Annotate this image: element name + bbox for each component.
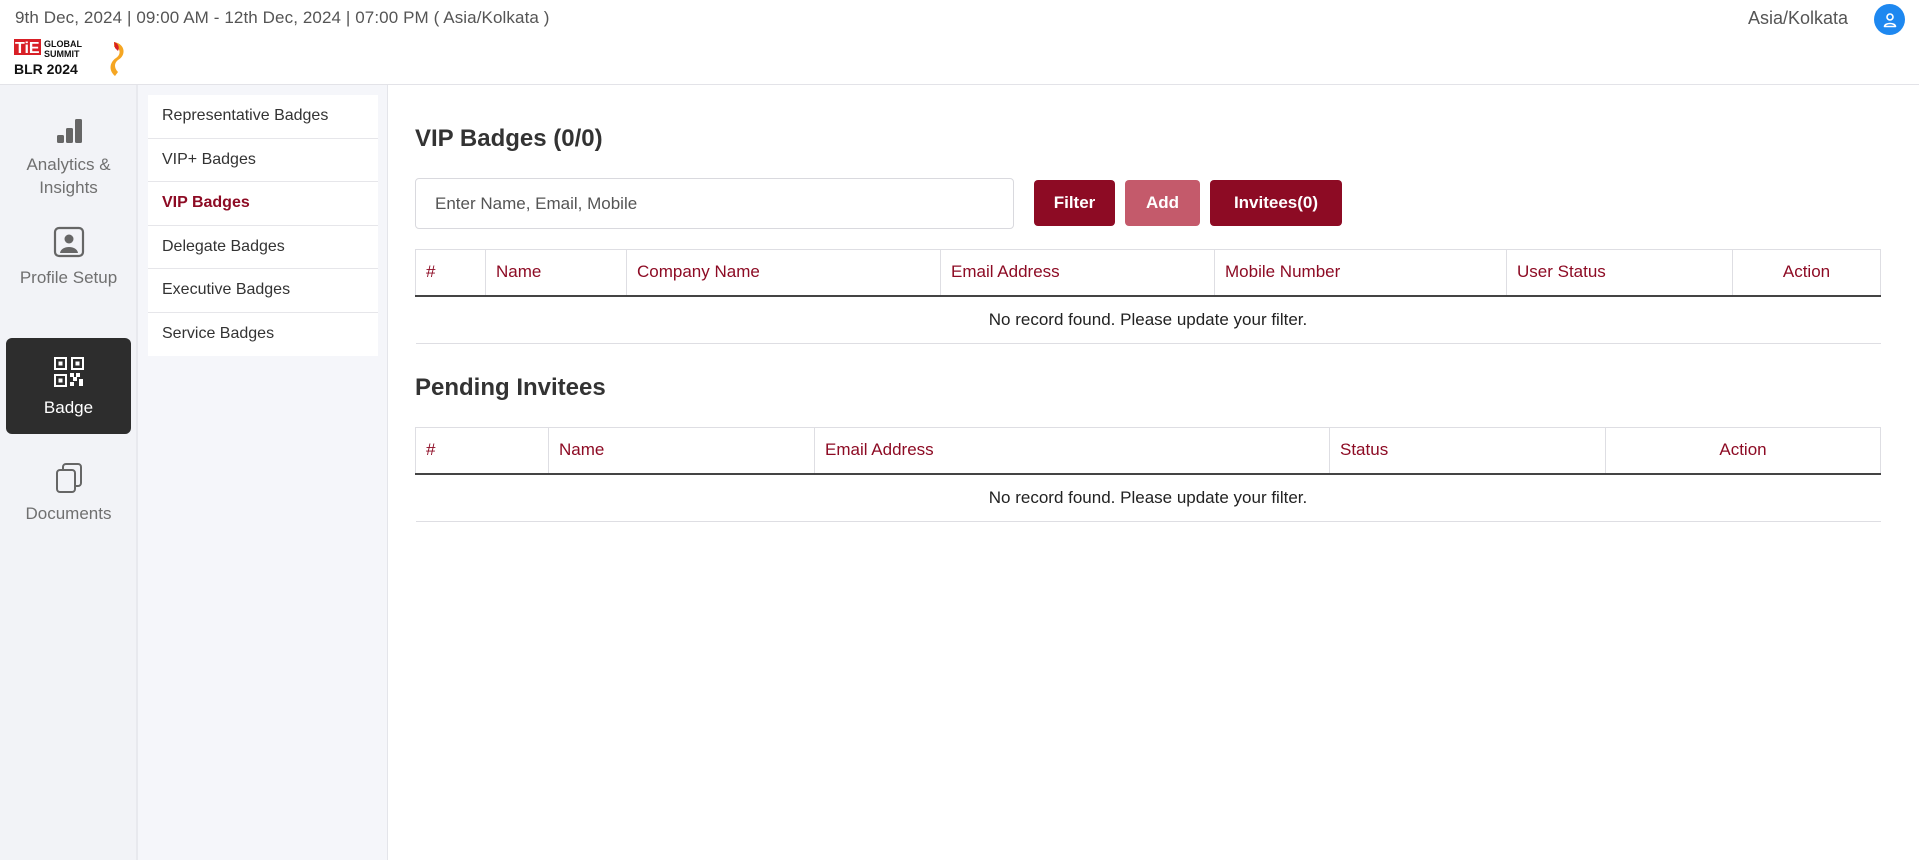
table-header-row: # Name Company Name Email Address Mobile… — [415, 249, 1881, 297]
rail-item-label: Profile Setup — [19, 268, 118, 287]
svg-text:TiE: TiE — [15, 40, 40, 57]
column-header-name[interactable]: Name — [485, 249, 627, 297]
main-content: VIP Badges (0/0) Filter Add Invitees(0) … — [389, 85, 1919, 860]
empty-state-message: No record found. Please update your filt… — [415, 295, 1881, 344]
submenu-item-delegate-badges[interactable]: Delegate Badges — [148, 226, 378, 269]
column-header-index[interactable]: # — [415, 249, 486, 297]
pending-invitees-table: # Name Email Address Status Action No re… — [415, 427, 1881, 522]
submenu-item-service-badges[interactable]: Service Badges — [148, 313, 378, 357]
rail-item-badge[interactable]: Badge — [6, 338, 131, 434]
top-bar: 9th Dec, 2024 | 09:00 AM - 12th Dec, 202… — [0, 0, 1919, 85]
event-dates: 9th Dec, 2024 | 09:00 AM - 12th Dec, 202… — [15, 8, 550, 27]
rail-item-profile-setup[interactable]: Profile Setup — [6, 208, 131, 304]
vip-badges-table: # Name Company Name Email Address Mobile… — [415, 249, 1881, 344]
filter-button[interactable]: Filter — [1034, 180, 1115, 226]
search-input[interactable] — [415, 178, 1014, 229]
rail-item-label: Analytics & Insights — [26, 155, 111, 197]
pending-invitees-title: Pending Invitees — [415, 374, 606, 401]
column-header-index[interactable]: # — [415, 427, 549, 475]
svg-text:GLOBAL: GLOBAL — [44, 39, 82, 49]
column-header-email-address[interactable]: Email Address — [814, 427, 1330, 475]
column-header-action: Action — [1605, 427, 1881, 475]
rail-item-documents[interactable]: Documents — [6, 444, 131, 540]
submenu-item-executive-badges[interactable]: Executive Badges — [148, 269, 378, 313]
empty-row: No record found. Please update your filt… — [415, 473, 1881, 522]
column-header-company-name[interactable]: Company Name — [626, 249, 941, 297]
column-header-status[interactable]: Status — [1329, 427, 1606, 475]
column-header-name[interactable]: Name — [548, 427, 815, 475]
invitees-button[interactable]: Invitees(0) — [1210, 180, 1342, 226]
column-header-email-address[interactable]: Email Address — [940, 249, 1215, 297]
svg-text:SUMMIT: SUMMIT — [44, 49, 80, 59]
profile-card-icon — [53, 226, 84, 258]
page-title: VIP Badges (0/0) — [415, 125, 603, 152]
submenu-item-representative-badges[interactable]: Representative Badges — [148, 95, 378, 139]
rail-item-label: Badge — [43, 398, 94, 417]
column-header-mobile-number[interactable]: Mobile Number — [1214, 249, 1507, 297]
badge-submenu-panel: Representative Badges VIP+ Badges VIP Ba… — [138, 85, 388, 860]
rail-item-label: Documents — [25, 504, 112, 523]
user-avatar-button[interactable] — [1874, 4, 1905, 35]
left-nav-rail: Analytics & Insights Profile Setup Badge… — [0, 85, 138, 860]
submenu-item-vip-badges[interactable]: VIP Badges — [148, 182, 378, 226]
add-button[interactable]: Add — [1125, 180, 1200, 226]
table-header-row: # Name Email Address Status Action — [415, 427, 1881, 475]
user-icon — [1883, 12, 1896, 27]
qr-code-icon — [53, 357, 84, 387]
badge-submenu: Representative Badges VIP+ Badges VIP Ba… — [148, 95, 378, 356]
column-header-user-status[interactable]: User Status — [1506, 249, 1733, 297]
empty-state-message: No record found. Please update your filt… — [415, 473, 1881, 522]
timezone-label: Asia/Kolkata — [1747, 8, 1848, 28]
bar-chart-icon — [56, 119, 82, 143]
column-header-action: Action — [1732, 249, 1881, 297]
submenu-item-vip-plus-badges[interactable]: VIP+ Badges — [148, 139, 378, 182]
svg-text:BLR 2024: BLR 2024 — [14, 61, 78, 77]
documents-icon — [55, 463, 82, 493]
rail-item-analytics[interactable]: Analytics & Insights — [6, 99, 131, 197]
empty-row: No record found. Please update your filt… — [415, 295, 1881, 344]
tie-global-summit-logo[interactable]: TiE GLOBAL SUMMIT BLR 2024 — [14, 38, 126, 78]
